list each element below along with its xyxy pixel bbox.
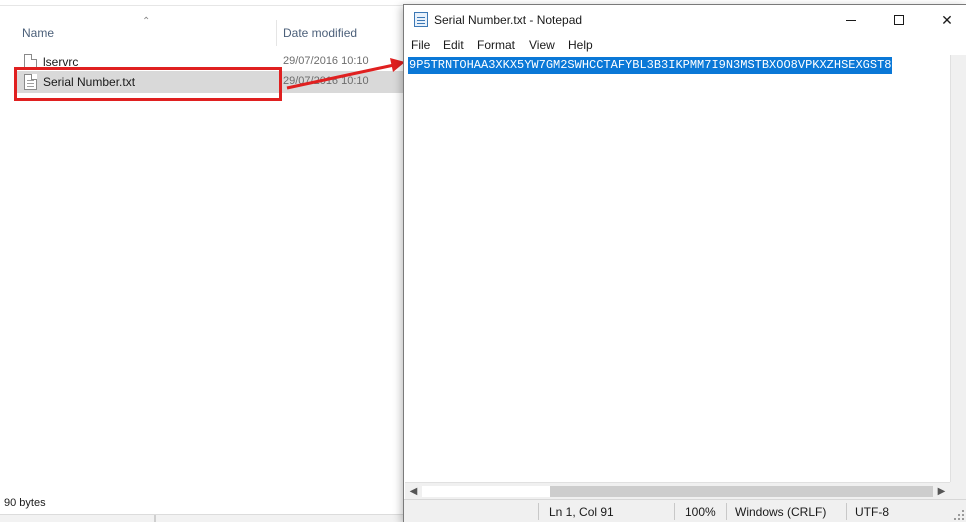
status-encoding: UTF-8 (855, 505, 889, 519)
window-title: Serial Number.txt - Notepad (434, 13, 583, 27)
scroll-corner (950, 482, 966, 499)
status-separator (846, 503, 847, 520)
minimize-button[interactable] (828, 5, 874, 35)
taskbar-strip (0, 514, 410, 522)
menu-format[interactable]: Format (477, 38, 515, 52)
title-bar[interactable]: Serial Number.txt - Notepad ✕ (404, 5, 966, 35)
status-cursor-position: Ln 1, Col 91 (549, 505, 614, 519)
sort-ascending-icon: ⌃ (142, 16, 151, 27)
annotation-highlight-box (14, 67, 282, 101)
scroll-left-icon[interactable]: ◀ (405, 484, 422, 499)
menu-file[interactable]: File (411, 38, 430, 52)
status-item-size: 90 bytes (4, 497, 46, 509)
file-date: 29/07/2016 10:10 (283, 75, 369, 87)
status-separator (726, 503, 727, 520)
column-separator[interactable] (276, 20, 277, 46)
menu-help[interactable]: Help (568, 38, 593, 52)
resize-grip-icon[interactable] (954, 510, 964, 520)
vertical-scrollbar[interactable] (950, 55, 966, 482)
status-zoom: 100% (685, 505, 716, 519)
taskbar-divider (155, 515, 156, 522)
text-editor[interactable]: 9P5TRNTOHAA3XKX5YW7GM2SWHCCTAFYBL3B3IKPM… (405, 55, 966, 482)
address-bar-strip (0, 0, 410, 6)
status-line-ending: Windows (CRLF) (735, 505, 827, 519)
maximize-button[interactable] (876, 5, 922, 35)
file-explorer-window: ⌃ Name Date modified lservrc 29/07/2016 … (0, 0, 410, 522)
close-icon: ✕ (941, 11, 953, 28)
desktop: ⌃ Name Date modified lservrc 29/07/2016 … (0, 0, 966, 522)
notepad-window: Serial Number.txt - Notepad ✕ File Edit … (403, 4, 966, 522)
status-separator (674, 503, 675, 520)
menu-view[interactable]: View (529, 38, 555, 52)
status-bar: Ln 1, Col 91 100% Windows (CRLF) UTF-8 (404, 499, 966, 522)
column-name[interactable]: Name (22, 26, 54, 40)
scroll-thumb[interactable] (550, 486, 933, 497)
maximize-icon (894, 15, 904, 25)
scroll-track[interactable] (422, 486, 550, 497)
scroll-right-icon[interactable]: ▶ (933, 484, 950, 499)
taskbar-button[interactable] (108, 515, 155, 522)
status-separator (538, 503, 539, 520)
column-header: ⌃ Name Date modified (0, 16, 410, 46)
close-button[interactable]: ✕ (924, 5, 966, 35)
horizontal-scrollbar[interactable]: ◀ ▶ (405, 482, 950, 499)
file-date: 29/07/2016 10:10 (283, 55, 369, 67)
notepad-icon (414, 12, 428, 27)
menu-bar: File Edit Format View Help (404, 35, 966, 55)
menu-edit[interactable]: Edit (443, 38, 464, 52)
minimize-icon (846, 19, 856, 21)
column-date-modified[interactable]: Date modified (283, 26, 357, 40)
selected-serial-text[interactable]: 9P5TRNTOHAA3XKX5YW7GM2SWHCCTAFYBL3B3IKPM… (408, 57, 893, 74)
